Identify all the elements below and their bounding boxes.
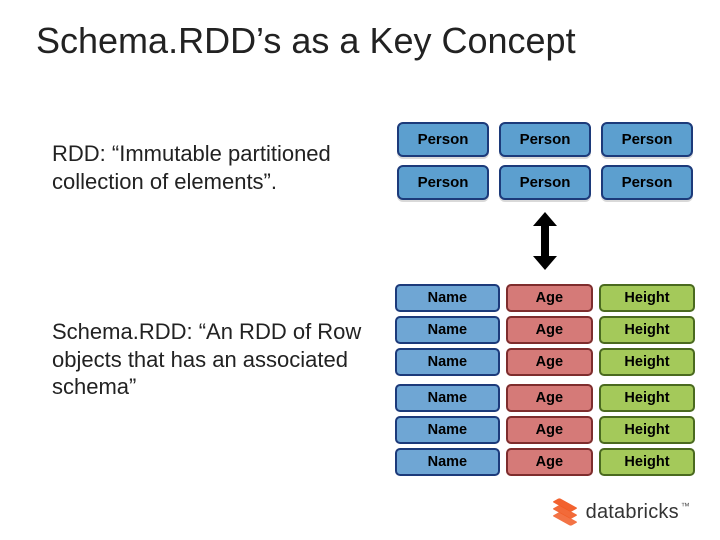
schema-row: Name Age Height bbox=[395, 384, 695, 412]
col-name: Name bbox=[395, 284, 500, 312]
col-name: Name bbox=[395, 348, 500, 376]
col-name: Name bbox=[395, 384, 500, 412]
col-name: Name bbox=[395, 316, 500, 344]
schema-rows: Name Age Height Name Age Height Name Age… bbox=[395, 284, 695, 476]
schema-row: Name Age Height bbox=[395, 416, 695, 444]
schema-row: Name Age Height bbox=[395, 448, 695, 476]
schema-row: Name Age Height bbox=[395, 348, 695, 376]
person-cell: Person bbox=[499, 122, 591, 157]
col-age: Age bbox=[506, 316, 593, 344]
col-height: Height bbox=[599, 284, 695, 312]
databricks-logo-icon bbox=[550, 500, 580, 524]
schema-partition: Name Age Height Name Age Height Name Age… bbox=[395, 384, 695, 476]
col-height: Height bbox=[599, 316, 695, 344]
databricks-logo: databricks™ bbox=[550, 500, 690, 524]
col-age: Age bbox=[506, 384, 593, 412]
col-age: Age bbox=[506, 448, 593, 476]
person-cell: Person bbox=[499, 165, 591, 200]
col-name: Name bbox=[395, 448, 500, 476]
slide: Schema.RDD’s as a Key Concept RDD: “Immu… bbox=[0, 0, 720, 540]
person-cell: Person bbox=[601, 122, 693, 157]
col-name: Name bbox=[395, 416, 500, 444]
col-height: Height bbox=[599, 384, 695, 412]
schema-partition: Name Age Height Name Age Height Name Age… bbox=[395, 284, 695, 376]
person-cell: Person bbox=[397, 122, 489, 157]
col-height: Height bbox=[599, 448, 695, 476]
col-age: Age bbox=[506, 284, 593, 312]
col-age: Age bbox=[506, 348, 593, 376]
person-cell: Person bbox=[397, 165, 489, 200]
mapping-arrow bbox=[395, 212, 695, 270]
col-height: Height bbox=[599, 416, 695, 444]
rdd-diagram: Person Person Person Person Person Perso… bbox=[395, 120, 695, 476]
schema-row: Name Age Height bbox=[395, 284, 695, 312]
col-age: Age bbox=[506, 416, 593, 444]
page-title: Schema.RDD’s as a Key Concept bbox=[36, 20, 576, 62]
person-cell: Person bbox=[601, 165, 693, 200]
person-grid: Person Person Person Person Person Perso… bbox=[395, 120, 695, 202]
databricks-logo-text: databricks™ bbox=[586, 501, 690, 524]
paragraph-rdd: RDD: “Immutable partitioned collection o… bbox=[52, 140, 372, 195]
paragraph-schema-rdd: Schema.RDD: “An RDD of Row objects that … bbox=[52, 318, 372, 401]
col-height: Height bbox=[599, 348, 695, 376]
schema-row: Name Age Height bbox=[395, 316, 695, 344]
double-arrow-icon bbox=[533, 212, 557, 270]
